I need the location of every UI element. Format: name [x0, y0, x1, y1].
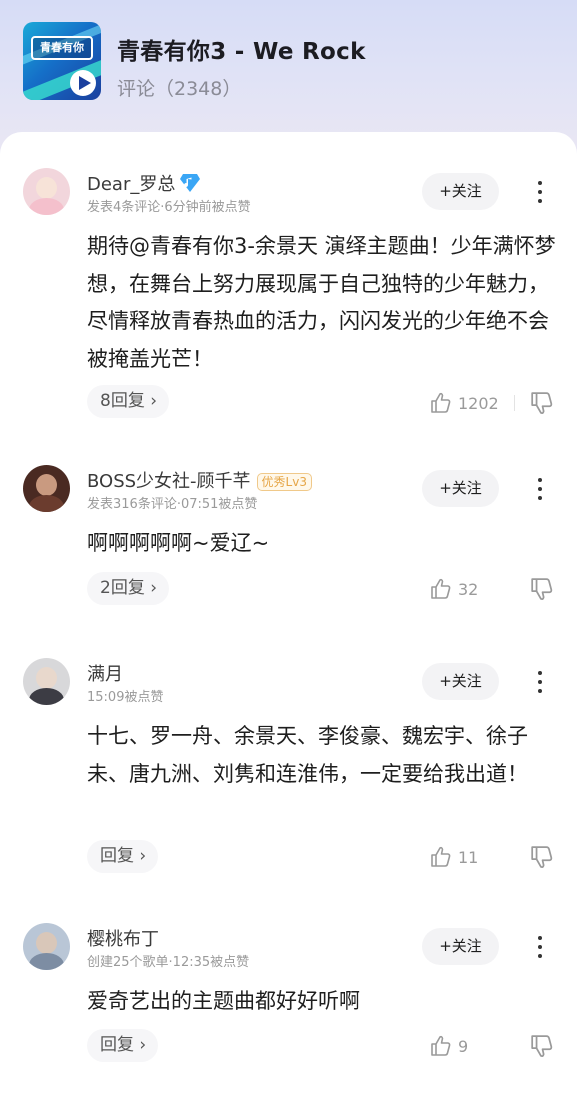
comment-text: 爱奇艺出的主题曲都好好听啊	[87, 989, 360, 1013]
avatar[interactable]	[23, 658, 70, 705]
username[interactable]: BOSS少女社-顾千芊 优秀Lv3	[87, 467, 312, 493]
album-cover[interactable]: 青春有你	[23, 22, 101, 100]
thumbs-up-icon	[431, 1035, 451, 1056]
more-icon[interactable]	[530, 667, 550, 697]
divider	[514, 395, 515, 411]
comment-meta: 发表4条评论·6分钟前被点赞	[87, 200, 251, 215]
thumbs-down-icon[interactable]	[530, 1034, 554, 1058]
follow-button[interactable]: +关注	[422, 663, 499, 700]
more-icon[interactable]	[530, 932, 550, 962]
thumbs-down-icon[interactable]	[530, 577, 554, 601]
like-button[interactable]: 1202	[430, 388, 499, 418]
reply-button[interactable]: 2回复 ›	[87, 572, 170, 605]
like-count: 9	[458, 1036, 469, 1056]
username-text: 满月	[87, 664, 123, 685]
like-button[interactable]: 11	[430, 842, 478, 872]
comment-text: 十七、罗一舟、余景天、李俊豪、魏宏宇、徐子未、唐九洲、刘隽和连淮伟，一定要给我出…	[87, 724, 528, 786]
username[interactable]: Dear_罗总	[87, 170, 201, 198]
comment-text: 期待@青春有你3-余景天 演绎主题曲！少年满怀梦想，在舞台上努力展现属于自己独特…	[87, 234, 556, 371]
like-count: 32	[458, 579, 479, 599]
comment-text: 啊啊啊啊啊~爱辽~	[87, 531, 270, 555]
comment-count: 评论（2348）	[117, 78, 242, 100]
song-title: 青春有你3 - We Rock	[117, 39, 366, 65]
thumbs-down-icon[interactable]	[530, 845, 554, 869]
level-badge: 优秀Lv3	[256, 473, 312, 491]
diamond-icon	[179, 173, 201, 198]
more-icon[interactable]	[530, 474, 550, 504]
avatar[interactable]	[23, 465, 70, 512]
thumbs-up-icon	[431, 392, 451, 413]
comment-meta: 创建25个歌单·12:35被点赞	[87, 955, 250, 970]
play-icon[interactable]	[70, 70, 96, 96]
username[interactable]: 满月	[87, 660, 123, 686]
username[interactable]: 樱桃布丁	[87, 925, 159, 951]
follow-button[interactable]: +关注	[422, 928, 499, 965]
cover-logo: 青春有你	[31, 36, 93, 60]
like-button[interactable]: 9	[430, 1031, 468, 1061]
username-text: BOSS少女社-顾千芊	[87, 471, 251, 492]
more-icon[interactable]	[530, 177, 550, 207]
comment-meta: 发表316条评论·07:51被点赞	[87, 497, 258, 512]
comments-panel: Dear_罗总 发表4条评论·6分钟前被点赞 +关注 期待@青春有你3-余景天 …	[0, 132, 577, 1105]
avatar[interactable]	[23, 168, 70, 215]
avatar[interactable]	[23, 923, 70, 970]
thumbs-up-icon	[431, 846, 451, 867]
comment-meta: 15:09被点赞	[87, 690, 164, 705]
reply-button[interactable]: 8回复 ›	[87, 385, 170, 418]
reply-button[interactable]: 回复 ›	[87, 1029, 159, 1062]
thumbs-down-icon[interactable]	[530, 391, 554, 415]
song-header: 青春有你 青春有你3 - We Rock 评论（2348）	[0, 0, 577, 132]
follow-button[interactable]: +关注	[422, 173, 499, 210]
thumbs-up-icon	[431, 578, 451, 599]
username-text: 樱桃布丁	[87, 929, 159, 950]
follow-button[interactable]: +关注	[422, 470, 499, 507]
like-count: 1202	[458, 393, 499, 413]
like-count: 11	[458, 847, 479, 867]
like-button[interactable]: 32	[430, 574, 478, 604]
reply-button[interactable]: 回复 ›	[87, 840, 159, 873]
username-text: Dear_罗总	[87, 174, 176, 195]
